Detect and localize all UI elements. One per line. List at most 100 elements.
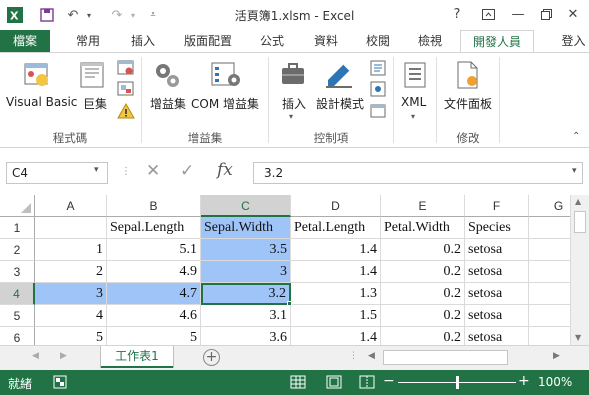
cell[interactable]: 5	[35, 327, 107, 345]
cell[interactable]: 1.4	[291, 239, 381, 261]
cell[interactable]: 5	[107, 327, 201, 345]
add-ins-button[interactable]: 增益集	[150, 95, 186, 112]
ribbon-display-options-icon[interactable]	[477, 4, 499, 24]
cell[interactable]: 0.2	[381, 283, 465, 305]
macros-button[interactable]: 巨集	[83, 95, 107, 112]
tab-developer[interactable]: 開發人員	[460, 30, 534, 53]
name-box-dropdown-icon[interactable]: ▾	[94, 165, 99, 175]
insert-function-button[interactable]: fx	[217, 160, 233, 180]
cell[interactable]: Petal.Length	[291, 217, 381, 239]
document-panel-icon[interactable]	[454, 60, 482, 93]
formula-input[interactable]: 3.2	[253, 162, 583, 184]
column-header-g[interactable]: G	[529, 195, 570, 217]
tab-view[interactable]: 檢視	[412, 30, 448, 52]
collapse-ribbon-icon[interactable]: ⌃	[572, 131, 580, 142]
signin-link[interactable]: 登入	[558, 30, 589, 52]
column-header-b[interactable]: B	[107, 195, 201, 217]
scroll-up-icon[interactable]: ▲	[575, 197, 581, 206]
cancel-icon[interactable]: ✕	[146, 161, 160, 181]
row-header[interactable]: 3	[0, 261, 35, 283]
column-header-f[interactable]: F	[465, 195, 529, 217]
run-dialog-icon[interactable]	[370, 103, 386, 122]
cell[interactable]	[529, 217, 570, 239]
row-header[interactable]: 4	[0, 283, 35, 305]
restore-icon[interactable]	[535, 4, 557, 24]
zoom-out-button[interactable]: −	[383, 373, 395, 389]
cell[interactable]: 3.6	[201, 327, 291, 345]
sheet-tab-1[interactable]: 工作表1	[101, 346, 173, 368]
record-macro-icon[interactable]	[117, 59, 135, 80]
row-header[interactable]: 6	[0, 327, 35, 345]
cell[interactable]: 1.4	[291, 327, 381, 345]
cell[interactable]: 3.5	[201, 239, 291, 261]
zoom-slider-thumb[interactable]	[456, 376, 459, 389]
cell[interactable]: 4.7	[107, 283, 201, 305]
tab-data[interactable]: 資料	[308, 30, 344, 52]
macro-security-icon[interactable]	[117, 102, 135, 123]
document-panel-button[interactable]: 文件面板	[444, 95, 492, 112]
normal-view-icon[interactable]	[290, 375, 306, 392]
cell[interactable]	[35, 217, 107, 239]
cell[interactable]: Species	[465, 217, 529, 239]
row-header[interactable]: 5	[0, 305, 35, 327]
cell[interactable]: 4.6	[107, 305, 201, 327]
cell[interactable]: 3	[201, 261, 291, 283]
active-cell[interactable]: 3.2	[201, 283, 291, 305]
cell[interactable]	[529, 261, 570, 283]
page-layout-view-icon[interactable]	[326, 375, 342, 392]
new-sheet-icon[interactable]: +	[203, 349, 220, 366]
view-code-icon[interactable]	[370, 81, 386, 100]
tab-insert[interactable]: 插入	[125, 30, 161, 52]
page-break-preview-icon[interactable]	[359, 375, 375, 392]
add-ins-icon[interactable]	[153, 60, 181, 93]
sheet-scroll-right-icon[interactable]: ▶	[60, 351, 67, 361]
cell[interactable]: Sepal.Length	[107, 217, 201, 239]
hscroll-right-icon[interactable]: ▶	[553, 351, 560, 361]
com-add-ins-icon[interactable]	[210, 60, 242, 93]
name-box[interactable]: C4	[6, 162, 108, 184]
cell[interactable]: setosa	[465, 327, 529, 345]
sheet-scroll-left-icon[interactable]: ◀	[32, 351, 39, 361]
cell[interactable]	[529, 305, 570, 327]
cell[interactable]: 3.1	[201, 305, 291, 327]
hscroll-left-icon[interactable]: ◀	[368, 351, 375, 361]
xml-button[interactable]: XML	[401, 95, 426, 109]
cell[interactable]: 0.2	[381, 261, 465, 283]
cell[interactable]: setosa	[465, 239, 529, 261]
tab-home[interactable]: 常用	[70, 30, 106, 52]
horizontal-scroll-thumb[interactable]	[383, 350, 508, 365]
cell[interactable]: 1	[35, 239, 107, 261]
cell[interactable]: 0.2	[381, 327, 465, 345]
cell[interactable]	[529, 327, 570, 345]
vertical-scrollbar[interactable]: ▲ ▼	[570, 195, 589, 345]
zoom-in-button[interactable]: +	[518, 373, 530, 389]
cell[interactable]	[529, 239, 570, 261]
row-header[interactable]: 2	[0, 239, 35, 261]
tab-page-layout[interactable]: 版面配置	[180, 30, 236, 52]
column-header-a[interactable]: A	[35, 195, 107, 217]
visual-basic-icon[interactable]	[22, 60, 52, 93]
insert-controls-icon[interactable]	[280, 60, 308, 93]
tab-formulas[interactable]: 公式	[254, 30, 290, 52]
minimize-button[interactable]: —	[507, 4, 529, 24]
column-header-c[interactable]: C	[201, 195, 291, 217]
cell[interactable]: 0.2	[381, 239, 465, 261]
close-button[interactable]: ✕	[562, 4, 584, 24]
cell[interactable]: 1.3	[291, 283, 381, 305]
cell[interactable]: Petal.Width	[381, 217, 465, 239]
macros-icon[interactable]	[79, 60, 107, 93]
column-header-d[interactable]: D	[291, 195, 381, 217]
cell[interactable]: 0.2	[381, 305, 465, 327]
visual-basic-button[interactable]: Visual Basic	[6, 95, 77, 109]
tab-review[interactable]: 校閱	[360, 30, 396, 52]
zoom-level[interactable]: 100%	[538, 375, 572, 389]
cell[interactable]: Sepal.Width	[201, 217, 291, 239]
com-add-ins-button[interactable]: COM 增益集	[191, 95, 259, 112]
cell[interactable]: 1.5	[291, 305, 381, 327]
design-mode-button[interactable]: 設計模式	[316, 95, 364, 112]
relative-references-icon[interactable]	[117, 80, 135, 101]
enter-icon[interactable]: ✓	[180, 161, 194, 181]
insert-controls-button[interactable]: 插入	[282, 95, 306, 112]
macro-recording-icon[interactable]	[53, 375, 67, 392]
design-mode-icon[interactable]	[324, 60, 354, 93]
